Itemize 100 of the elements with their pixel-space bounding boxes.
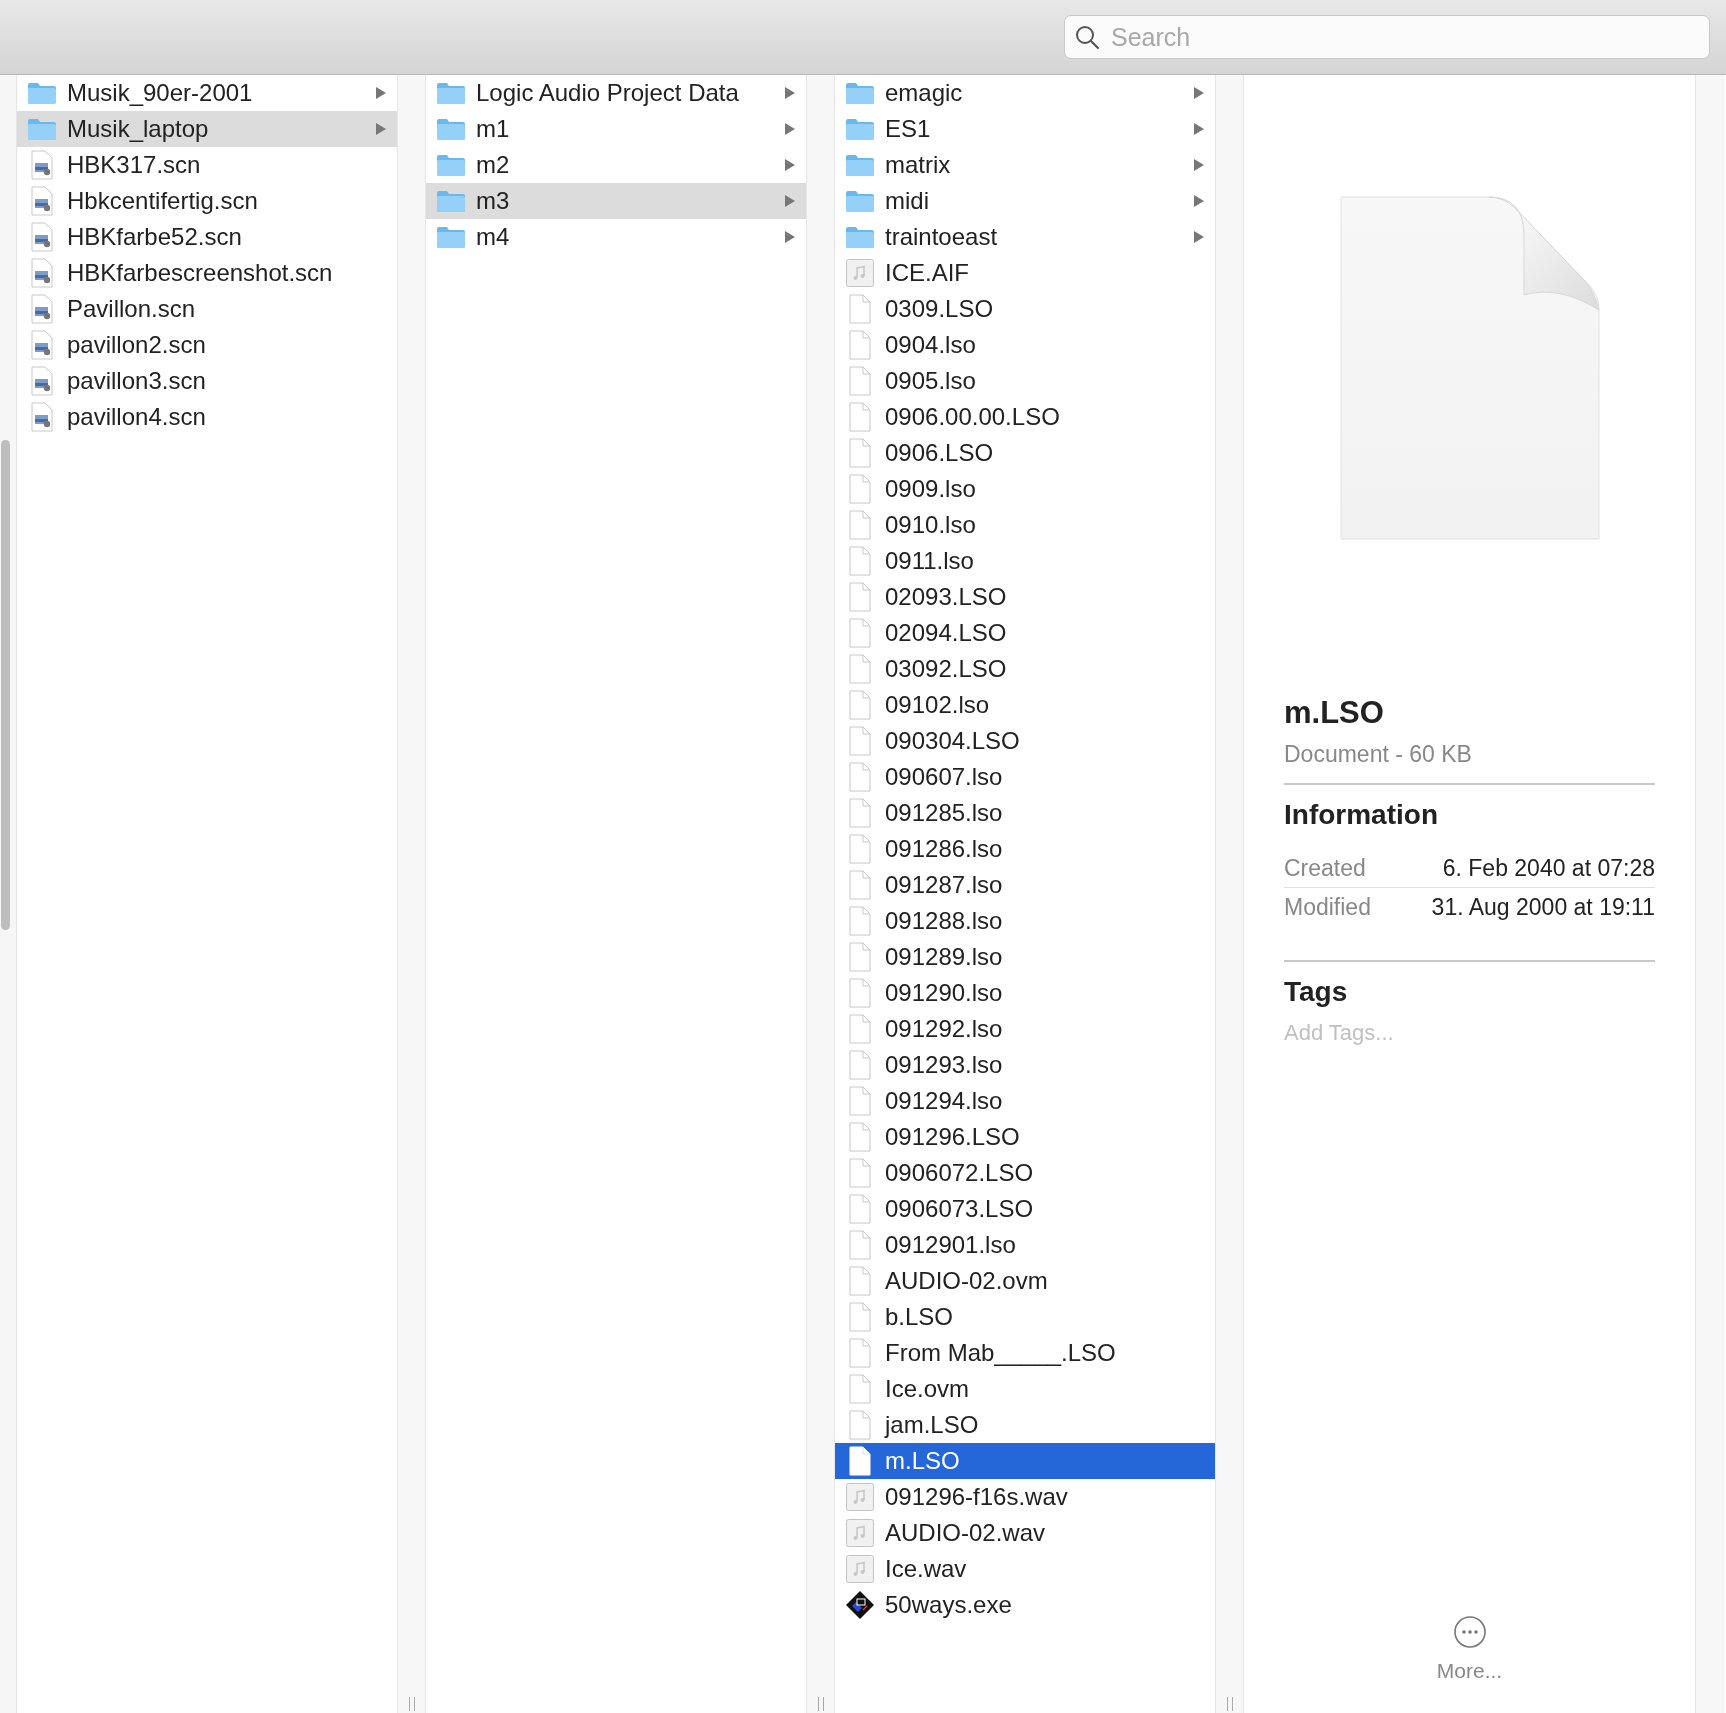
file-row[interactable]: 091289.lso — [835, 939, 1215, 975]
file-row[interactable]: 091292.lso — [835, 1011, 1215, 1047]
file-row[interactable]: Hbkcentifertig.scn — [17, 183, 397, 219]
audio-file-icon — [845, 1482, 875, 1512]
file-row[interactable]: 0906.LSO — [835, 435, 1215, 471]
file-name: 091293.lso — [885, 1051, 1004, 1079]
file-row[interactable]: Logic Audio Project Data — [426, 75, 806, 111]
application-icon — [845, 1590, 875, 1620]
file-row[interactable]: m.LSO — [835, 1443, 1215, 1479]
file-row[interactable]: 02093.LSO — [835, 579, 1215, 615]
file-row[interactable]: 091288.lso — [835, 903, 1215, 939]
file-name: 0904.lso — [885, 331, 977, 359]
file-row[interactable]: jam.LSO — [835, 1407, 1215, 1443]
folder-icon — [845, 153, 875, 177]
folder-icon — [845, 117, 875, 141]
file-row[interactable]: 09102.lso — [835, 687, 1215, 723]
disclosure-triangle-icon — [375, 122, 387, 136]
file-row[interactable]: HBK317.scn — [17, 147, 397, 183]
column-resize-icon[interactable] — [816, 1697, 825, 1711]
more-icon[interactable] — [1452, 1615, 1487, 1649]
file-row[interactable]: matrix — [835, 147, 1215, 183]
file-row[interactable]: HBKfarbe52.scn — [17, 219, 397, 255]
file-name: m4 — [476, 223, 511, 251]
file-row[interactable]: emagic — [835, 75, 1215, 111]
column-resize-icon[interactable] — [1225, 1697, 1234, 1711]
audio-file-icon — [845, 258, 875, 288]
file-row[interactable]: 0904.lso — [835, 327, 1215, 363]
file-name: Pavillon.scn — [67, 295, 197, 323]
audio-file-icon — [845, 1518, 875, 1548]
audio-file-icon — [845, 1554, 875, 1584]
file-row[interactable]: m3 — [426, 183, 806, 219]
file-name: Logic Audio Project Data — [476, 79, 740, 107]
disclosure-triangle-icon — [1193, 230, 1205, 244]
file-row[interactable]: m2 — [426, 147, 806, 183]
file-row[interactable]: 091287.lso — [835, 867, 1215, 903]
file-row[interactable]: midi — [835, 183, 1215, 219]
file-name: 091296-f16s.wav — [885, 1483, 1069, 1511]
file-name: 0910.lso — [885, 511, 977, 539]
file-row[interactable]: Musik_laptop — [17, 111, 397, 147]
file-row[interactable]: 0911.lso — [835, 543, 1215, 579]
file-row[interactable]: 091286.lso — [835, 831, 1215, 867]
disclosure-triangle-icon — [784, 122, 796, 136]
file-name: 50ways.exe — [885, 1591, 1013, 1619]
file-name: 091286.lso — [885, 835, 1004, 863]
file-name: 091285.lso — [885, 799, 1004, 827]
file-row[interactable]: 0912901.lso — [835, 1227, 1215, 1263]
file-row[interactable]: pavillon4.scn — [17, 399, 397, 435]
file-name: Musik_laptop — [67, 115, 210, 143]
file-name: HBKfarbescreenshot.scn — [67, 259, 334, 287]
file-row[interactable]: 091296-f16s.wav — [835, 1479, 1215, 1515]
file-row[interactable]: 0309.LSO — [835, 291, 1215, 327]
file-row[interactable]: 091285.lso — [835, 795, 1215, 831]
file-row[interactable]: Pavillon.scn — [17, 291, 397, 327]
file-row[interactable]: Musik_90er-2001 — [17, 75, 397, 111]
file-row[interactable]: 091296.LSO — [835, 1119, 1215, 1155]
section-heading: Tags — [1284, 976, 1349, 1008]
file-name: AUDIO-02.ovm — [885, 1267, 1049, 1295]
file-name: 091287.lso — [885, 871, 1004, 899]
folder-icon — [436, 81, 466, 105]
file-row[interactable]: pavillon2.scn — [17, 327, 397, 363]
search-field[interactable]: Search — [1064, 15, 1710, 59]
file-name: midi — [885, 187, 930, 215]
file-name: ICE.AIF — [885, 259, 970, 287]
file-row[interactable]: pavillon3.scn — [17, 363, 397, 399]
file-row[interactable]: 03092.LSO — [835, 651, 1215, 687]
file-row[interactable]: 02094.LSO — [835, 615, 1215, 651]
file-row[interactable]: 50ways.exe — [835, 1587, 1215, 1623]
file-row[interactable]: m4 — [426, 219, 806, 255]
file-row[interactable]: 091290.lso — [835, 975, 1215, 1011]
file-row[interactable]: HBKfarbescreenshot.scn — [17, 255, 397, 291]
file-row[interactable]: 0906073.LSO — [835, 1191, 1215, 1227]
file-row[interactable]: 090607.lso — [835, 759, 1215, 795]
file-row[interactable]: 0910.lso — [835, 507, 1215, 543]
file-row[interactable]: 0906.00.00.LSO — [835, 399, 1215, 435]
file-row[interactable]: 091293.lso — [835, 1047, 1215, 1083]
file-name: 0905.lso — [885, 367, 977, 395]
file-row[interactable]: 090304.LSO — [835, 723, 1215, 759]
file-row[interactable]: From Mab_____.LSO — [835, 1335, 1215, 1371]
file-name: 0906073.LSO — [885, 1195, 1035, 1223]
info-label: Modified — [1284, 893, 1371, 921]
folder-icon — [845, 189, 875, 213]
file-row[interactable]: 091294.lso — [835, 1083, 1215, 1119]
file-name: 0909.lso — [885, 475, 977, 503]
file-row[interactable]: Ice.ovm — [835, 1371, 1215, 1407]
file-row[interactable]: Ice.wav — [835, 1551, 1215, 1587]
file-row[interactable]: b.LSO — [835, 1299, 1215, 1335]
file-row[interactable]: m1 — [426, 111, 806, 147]
file-row[interactable]: traintoeast — [835, 219, 1215, 255]
file-row[interactable]: 0906072.LSO — [835, 1155, 1215, 1191]
file-row[interactable]: AUDIO-02.wav — [835, 1515, 1215, 1551]
file-row[interactable]: AUDIO-02.ovm — [835, 1263, 1215, 1299]
file-row[interactable]: 0909.lso — [835, 471, 1215, 507]
file-row[interactable]: 0905.lso — [835, 363, 1215, 399]
file-name: 091292.lso — [885, 1015, 1004, 1043]
scroll-thumb[interactable] — [1, 440, 10, 930]
column-resize-icon[interactable] — [407, 1697, 416, 1711]
file-kind-size: Document - 60 KB — [1284, 741, 1473, 768]
file-name: 090304.LSO — [885, 727, 1021, 755]
file-row[interactable]: ES1 — [835, 111, 1215, 147]
file-row[interactable]: ICE.AIF — [835, 255, 1215, 291]
